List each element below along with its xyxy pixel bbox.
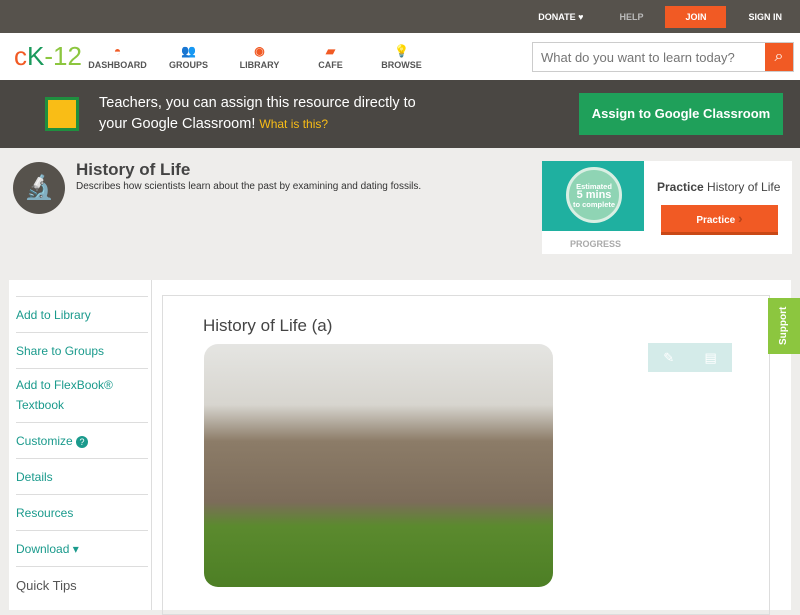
estimate-circle: Estimated 5 mins to complete [566,167,622,223]
nav-label: BROWSE [381,59,422,70]
add-to-flexbook-link[interactable]: Add to FlexBook® Textbook [16,368,148,422]
sidebar: Add to Library Share to Groups Add to Fl… [9,280,151,610]
practice-bold: Practice [657,180,704,194]
top-bar: DONATE ♥ HELP JOIN SIGN IN [0,0,800,33]
nav-dashboard[interactable]: ◓ DASHBOARD [82,44,153,70]
practice-card: Estimated 5 mins to complete PROGRESS Prac… [542,161,792,254]
logo-c: c [14,41,27,71]
cafe-icon: ▰ [325,43,336,58]
google-classroom-icon [45,97,79,131]
practice-image: Estimated 5 mins to complete [542,161,644,231]
search-icon[interactable]: ⌕ [765,43,793,71]
notes-icon[interactable]: ▤ [704,350,716,366]
join-button[interactable]: JOIN [665,5,727,28]
resources-link[interactable]: Resources [16,494,148,530]
practice-title: Practice History of Life [657,180,780,194]
share-to-groups-link[interactable]: Share to Groups [16,332,148,368]
page-description: Describes how scientists learn about the… [76,181,422,192]
practice-rest: History of Life [703,180,781,194]
est-label2: to complete [572,200,616,209]
groups-icon: 👥 [181,43,196,58]
help-icon[interactable]: ? [76,436,89,448]
dashboard-icon: ◓ [113,43,122,58]
nav-library[interactable]: ◉ LIBRARY [224,44,295,70]
logo-k: K [27,41,45,71]
page-title: History of Life [76,160,191,179]
nav-label: GROUPS [168,59,208,70]
content-area: History of Life (a) ✎ ▤ [151,280,791,615]
donate-link[interactable]: DONATE ♥ [520,12,601,22]
search-input[interactable] [533,43,765,71]
search-box: ⌕ [532,42,794,72]
banner-line2: your Google Classroom! [99,116,256,132]
add-to-library-link[interactable]: Add to Library [16,296,148,332]
concept-header: 🔬 History of Life Describes how scientis… [0,148,800,276]
banner-text: Teachers, you can assign this resource d… [99,93,416,135]
nav-groups[interactable]: 👥 GROUPS [153,44,224,70]
nav-label: LIBRARY [239,59,280,70]
what-is-this-link[interactable]: What is this? [259,117,328,131]
pompeii-ruins-image [204,344,553,587]
google-classroom-banner: Teachers, you can assign this resource d… [0,80,800,148]
details-link[interactable]: Details [16,458,148,494]
library-icon: ◉ [254,43,265,58]
main-nav: cK-12 ◓ DASHBOARD 👥 GROUPS ◉ LIBRARY ▰ CAFE … [0,33,800,80]
logo-n: -12 [44,41,82,71]
customize-link[interactable]: Customize ? [16,422,148,458]
download-link[interactable]: Download ▾ [16,530,148,566]
progress-label: PROGRESS [570,239,622,249]
quick-tips[interactable]: Quick Tips [16,566,148,602]
pencil-icon[interactable]: ✎ [663,350,674,366]
support-tab[interactable]: Support [768,298,800,354]
nav-label: DASHBOARD [88,59,147,70]
practice-button-label: Practice [696,215,736,226]
content-title: History of Life (a) [203,316,333,335]
nav-cafe[interactable]: ▰ CAFE [295,44,366,70]
browse-icon: 💡 [394,43,409,58]
sign-in-link[interactable]: SIGN IN [730,12,800,22]
nav-browse[interactable]: 💡 BROWSE [366,44,437,70]
practice-button[interactable]: Practice › [661,205,778,235]
content-tools: ✎ ▤ [648,343,732,372]
customize-label: Customize [16,434,73,448]
ck12-logo[interactable]: cK-12 [14,41,82,72]
nav-label: CAFE [318,59,343,70]
chevron-right-icon: › [738,210,743,226]
help-link[interactable]: HELP [601,12,661,22]
microscope-icon: 🔬 [13,162,65,214]
content-card: History of Life (a) ✎ ▤ [162,295,770,615]
assign-to-classroom-button[interactable]: Assign to Google Classroom [579,93,783,135]
banner-line1: Teachers, you can assign this resource d… [99,95,416,111]
